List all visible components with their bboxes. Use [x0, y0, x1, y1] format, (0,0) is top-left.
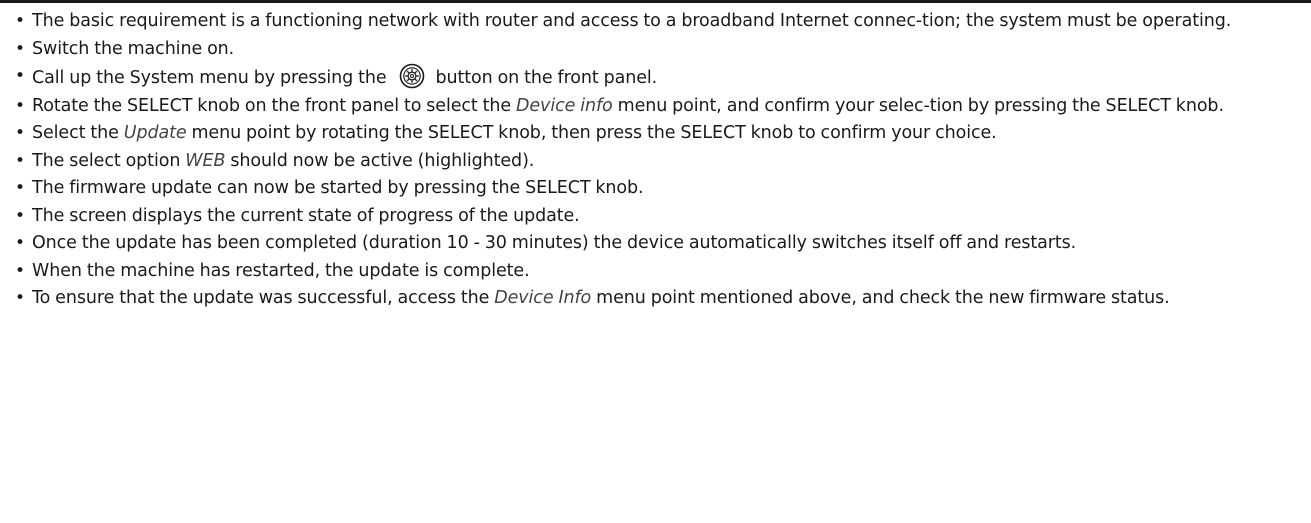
list-item: The firmware update can now be started b… — [14, 175, 1304, 203]
list-item: Call up the System menu by pressing the — [14, 63, 1304, 93]
list-item: When the machine has restarted, the upda… — [14, 258, 1304, 286]
list-item: The select option WEB should now be acti… — [14, 148, 1304, 176]
list-item-text: should now be active (highlighted). — [225, 150, 535, 171]
list-item-text: To ensure that the update was successful… — [32, 288, 495, 308]
list-item: Once the update has been completed (dura… — [14, 230, 1304, 258]
list-item-text: When the machine has restarted, the upda… — [32, 260, 530, 281]
menu-term: WEB — [185, 150, 226, 171]
menu-term: Device Info — [494, 288, 592, 308]
top-rule — [0, 0, 1311, 3]
list-item-text: The screen displays the current state of… — [32, 205, 580, 226]
list-item-text: The firmware update can now be started b… — [32, 178, 644, 198]
list-item-text: Once the update has been completed (dura… — [32, 233, 1077, 253]
instruction-list: The basic requirement is a functioning n… — [14, 8, 1304, 313]
list-item: To ensure that the update was successful… — [14, 285, 1304, 313]
list-item-text: Switch the machine on. — [32, 38, 235, 59]
list-item: Rotate the SELECT knob on the front pane… — [14, 93, 1304, 121]
list-item-text: Call up the System menu by pressing the — [32, 68, 387, 88]
list-item: Select the Update menu point by rotating… — [14, 120, 1304, 148]
list-item-text: menu point, and confirm your selec-tion … — [612, 95, 1224, 116]
list-item: Switch the machine on. — [14, 36, 1304, 64]
list-item-text: menu point mentioned above, and check th… — [591, 288, 1170, 308]
list-item-text: The basic requirement is a functioning n… — [32, 11, 1232, 31]
list-item-text: button on the front panel. — [435, 68, 658, 88]
list-item: The screen displays the current state of… — [14, 203, 1304, 231]
menu-term: Device info — [516, 95, 613, 116]
list-item-text: menu point by rotating the SELECT knob, … — [186, 123, 997, 143]
list-item-text: The select option — [32, 150, 186, 171]
system-menu-button-icon — [396, 63, 428, 89]
list-item-text: Rotate the SELECT knob on the front pane… — [32, 95, 517, 116]
menu-term: Update — [123, 123, 187, 143]
list-item-text: Select the — [32, 123, 124, 143]
list-item: The basic requirement is a functioning n… — [14, 8, 1304, 36]
